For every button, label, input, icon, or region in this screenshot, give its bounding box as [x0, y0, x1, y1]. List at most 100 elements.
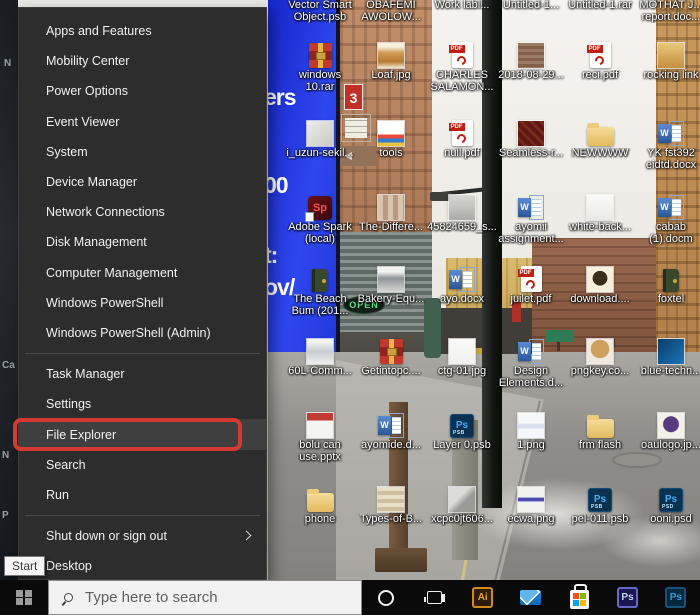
desktop-icon-foxtel[interactable]: foxtel	[635, 260, 700, 306]
desktop-icon-juilet-pdf[interactable]: PDFjuilet.pdf	[495, 260, 567, 306]
menu-item-power-options[interactable]: Power Options	[19, 76, 266, 106]
desktop-icon-oaulogo-jp[interactable]: oaulogo.jp...	[635, 406, 700, 452]
menu-item-label: Windows PowerShell	[46, 296, 163, 310]
search-input[interactable]	[83, 588, 361, 607]
desktop-icon-download[interactable]: download....	[564, 260, 636, 306]
img-icon	[495, 406, 567, 438]
desktop-icon-work-labl[interactable]: Work labl...	[426, 0, 498, 12]
desktop-icon-windows-10-rar[interactable]: windows 10.rar	[284, 36, 356, 93]
menu-item-apps-and-features[interactable]: Apps and Features	[19, 16, 266, 46]
img-icon	[355, 114, 427, 146]
start-button[interactable]	[0, 580, 48, 615]
desktop-icon-tools[interactable]: tools	[355, 114, 427, 160]
menu-item-desktop[interactable]: Desktop	[19, 551, 266, 581]
desktop-icon-types-of-b[interactable]: Types-of-B...	[355, 480, 427, 526]
img-icon	[426, 188, 498, 220]
folder-icon	[284, 480, 356, 512]
taskbar-cortana-button[interactable]	[362, 580, 410, 615]
desktop-icon-vector-smart-object-psb[interactable]: Vector Smart Object.psb	[284, 0, 356, 23]
desktop-icon-2018-08-29[interactable]: 2018-08-29...	[495, 36, 567, 82]
menu-item-windows-powershell[interactable]: Windows PowerShell	[19, 288, 266, 318]
desktop-icon-blue-techn[interactable]: blue-techn...	[635, 332, 700, 378]
menu-item-mobility-center[interactable]: Mobility Center	[19, 46, 266, 76]
menu-item-shut-down-or-sign-out[interactable]: Shut down or sign out	[19, 521, 266, 551]
menu-item-file-explorer[interactable]: File Explorer	[19, 419, 266, 449]
taskbar-task-view-button[interactable]	[410, 580, 458, 615]
desktop-icon-loaf-jpg[interactable]: Loaf.jpg	[355, 36, 427, 82]
desktop-icon-cabab-1-docm[interactable]: Wcabab (1).docm	[635, 188, 700, 245]
desktop-icon-newwww[interactable]: NEWWWW	[564, 114, 636, 160]
desktop-icon-label: oaulogo.jp...	[635, 440, 700, 452]
menu-item-device-manager[interactable]: Device Manager	[19, 167, 266, 197]
taskbar-search-box[interactable]	[48, 580, 362, 615]
menu-item-label: System	[46, 145, 88, 159]
desktop-icon-obafemi-awolow[interactable]: OBAFEMI AWOLOW...	[355, 0, 427, 23]
taskbar-illustrator-button[interactable]: Ai	[459, 580, 507, 615]
menu-item-label: Apps and Features	[46, 24, 152, 38]
desktop-icon-reci-pdf[interactable]: PDFreci.pdf	[564, 36, 636, 82]
desktop-icon-white-back[interactable]: white-back...	[564, 188, 636, 234]
img-icon	[564, 332, 636, 364]
word-icon: W	[495, 188, 567, 220]
desktop-icon-45824659-s[interactable]: 45824659_s...	[426, 188, 498, 234]
img-icon	[355, 188, 427, 220]
word-icon: W	[495, 332, 567, 364]
menu-item-label: Desktop	[46, 559, 92, 573]
desktop-icon-null-pdf[interactable]: PDFnull.pdf	[426, 114, 498, 160]
desktop-icon-i-uzun-sekil[interactable]: i_uzun-sekil...	[284, 114, 356, 160]
menu-item-windows-powershell-admin[interactable]: Windows PowerShell (Admin)	[19, 318, 266, 348]
desktop-icon-adobe-spark-local[interactable]: SpAdobe Spark (local)	[284, 188, 356, 245]
desktop-icon-ooni-psd[interactable]: PsPSDooni.psd	[635, 480, 700, 526]
menu-item-settings[interactable]: Settings	[19, 389, 266, 419]
menu-item-search[interactable]: Search	[19, 450, 266, 480]
desktop-icon-label: 1.png	[495, 440, 567, 452]
desktop-icon-design-elements-d[interactable]: WDesign Elements.d...	[495, 332, 567, 389]
desktop-icon-untitled-1[interactable]: Untitled-1...	[495, 0, 567, 12]
menu-item-task-manager[interactable]: Task Manager	[19, 359, 266, 389]
img-icon	[564, 188, 636, 220]
desktop-icon-bakery-equ[interactable]: Bakery-Equ...	[355, 260, 427, 306]
desktop-icon-60l-comm[interactable]: 60L-Comm...	[284, 332, 356, 378]
taskbar-photoshop-alt-button[interactable]: Ps	[652, 580, 700, 615]
desktop-icon-seamless-r[interactable]: Seamless-r...	[495, 114, 567, 160]
desktop-icon-the-differe[interactable]: The-Differe...	[355, 188, 427, 234]
menu-item-system[interactable]: System	[19, 137, 266, 167]
desktop-icon-rocking-link[interactable]: rocking link	[635, 36, 700, 82]
menu-item-computer-management[interactable]: Computer Management	[19, 258, 266, 288]
menu-item-label: Search	[46, 458, 86, 472]
desktop-icon-ctg-01-jpg[interactable]: ctg-01.jpg	[426, 332, 498, 378]
desktop-icon-ayomii-assignment[interactable]: Wayomii assignment...	[495, 188, 567, 245]
menu-item-event-viewer[interactable]: Event Viewer	[19, 107, 266, 137]
taskbar-mail-button[interactable]	[507, 580, 555, 615]
taskbar-microsoft-store-button[interactable]	[555, 580, 603, 615]
desktop-icon-pel-011-psb[interactable]: PsPSBpel-011.psb	[564, 480, 636, 526]
desktop-icon-1-png[interactable]: 1.png	[495, 406, 567, 452]
menu-item-label: Settings	[46, 397, 91, 411]
desktop-icon-ecwa-png[interactable]: ecwa.png	[495, 480, 567, 526]
desktop-icon-pngkey-co[interactable]: pngkey.co...	[564, 332, 636, 378]
desktop-icon-phone[interactable]: phone	[284, 480, 356, 526]
taskbar: Ai PsPs	[0, 580, 700, 615]
desktop-icon-yk-fst392-eidtd-docx[interactable]: WYK fst392 eidtd.docx	[635, 114, 700, 171]
desktop-icon-bolu-can-use-pptx[interactable]: bolu can use.pptx	[284, 406, 356, 463]
menu-item-network-connections[interactable]: Network Connections	[19, 197, 266, 227]
desktop-icon-layer-0-psb[interactable]: PsPSBLayer 0.psb	[426, 406, 498, 452]
desktop-icon-label: The Beach Bum (201...	[284, 294, 356, 317]
desktop-icon-untitled-1-rar[interactable]: Untitled-1.rar	[564, 0, 636, 12]
desktop-icon-label: 60L-Comm...	[284, 366, 356, 378]
menu-item-label: File Explorer	[46, 428, 116, 442]
desktop-icon-the-beach-bum-201[interactable]: The Beach Bum (201...	[284, 260, 356, 317]
desktop-icon-charles-salamon[interactable]: PDFCHARLES SALAMON...	[426, 36, 498, 93]
desktop-icon-mothat-j-report-doc[interactable]: MOTHAT J... report.doc...	[635, 0, 700, 23]
menu-item-run[interactable]: Run	[19, 480, 266, 510]
desktop-icon-xcpc0jt606[interactable]: xcpc0jt606...	[426, 480, 498, 526]
desktop-icon-label: reci.pdf	[564, 70, 636, 82]
desktop-icon-label: ayo.docx	[426, 294, 498, 306]
menu-item-disk-management[interactable]: Disk Management	[19, 227, 266, 257]
desktop-icon-ayomide-d[interactable]: Wayomide.d...	[355, 406, 427, 452]
taskbar-photoshop-button[interactable]: Ps	[603, 580, 651, 615]
desktop-icon-getintopc[interactable]: Getintopc....	[355, 332, 427, 378]
desktop-icon-label: bolu can use.pptx	[284, 440, 356, 463]
desktop-icon-ayo-docx[interactable]: Wayo.docx	[426, 260, 498, 306]
desktop-icon-frm-flash[interactable]: frm flash	[564, 406, 636, 452]
